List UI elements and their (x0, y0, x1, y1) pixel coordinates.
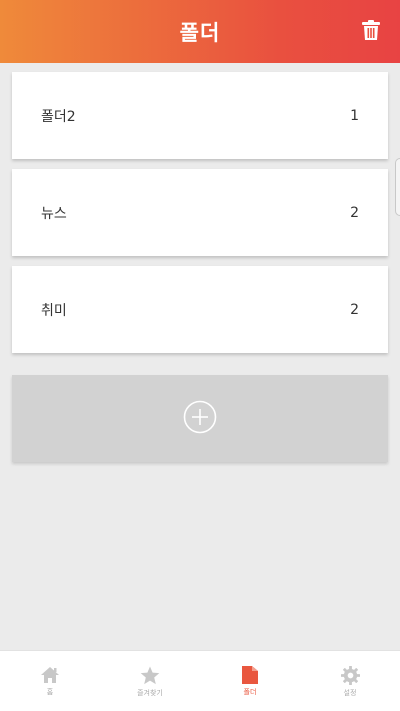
page-title: 폴더 (179, 20, 221, 45)
trash-icon[interactable] (362, 20, 380, 41)
folder-item[interactable]: 취미 2 (12, 266, 388, 353)
header-bar: 폴더 (0, 0, 400, 63)
folder-name: 취미 (41, 302, 67, 319)
gear-icon (340, 666, 360, 685)
bottom-tab-bar: 홈 즐겨찾기 폴더 설정 (0, 650, 400, 711)
folder-count: 1 (350, 107, 359, 124)
scroll-handle[interactable] (395, 158, 400, 216)
folder-list: 폴더2 1 뉴스 2 취미 2 (12, 72, 388, 363)
folder-icon (242, 666, 258, 684)
folder-item[interactable]: 폴더2 1 (12, 72, 388, 159)
folder-count: 2 (350, 301, 359, 318)
tab-label: 폴더 (243, 688, 257, 696)
home-icon (40, 666, 60, 684)
tab-folder[interactable]: 폴더 (200, 651, 300, 711)
folder-name: 폴더2 (41, 108, 76, 125)
folder-item[interactable]: 뉴스 2 (12, 169, 388, 256)
tab-favorites[interactable]: 즐겨찾기 (100, 651, 200, 711)
plus-circle-icon (183, 400, 217, 438)
app-screen: 폴더 폴더2 1 뉴스 2 취미 2 홈 즐겨찾기 폴더 설정 (0, 0, 400, 711)
tab-label: 홈 (46, 688, 54, 696)
folder-count: 2 (350, 204, 359, 221)
folder-name: 뉴스 (41, 205, 67, 222)
tab-label: 즐겨찾기 (137, 689, 163, 697)
add-folder-button[interactable] (12, 375, 388, 462)
star-icon (140, 666, 160, 685)
tab-settings[interactable]: 설정 (300, 651, 400, 711)
tab-label: 설정 (343, 689, 357, 697)
tab-home[interactable]: 홈 (0, 651, 100, 711)
